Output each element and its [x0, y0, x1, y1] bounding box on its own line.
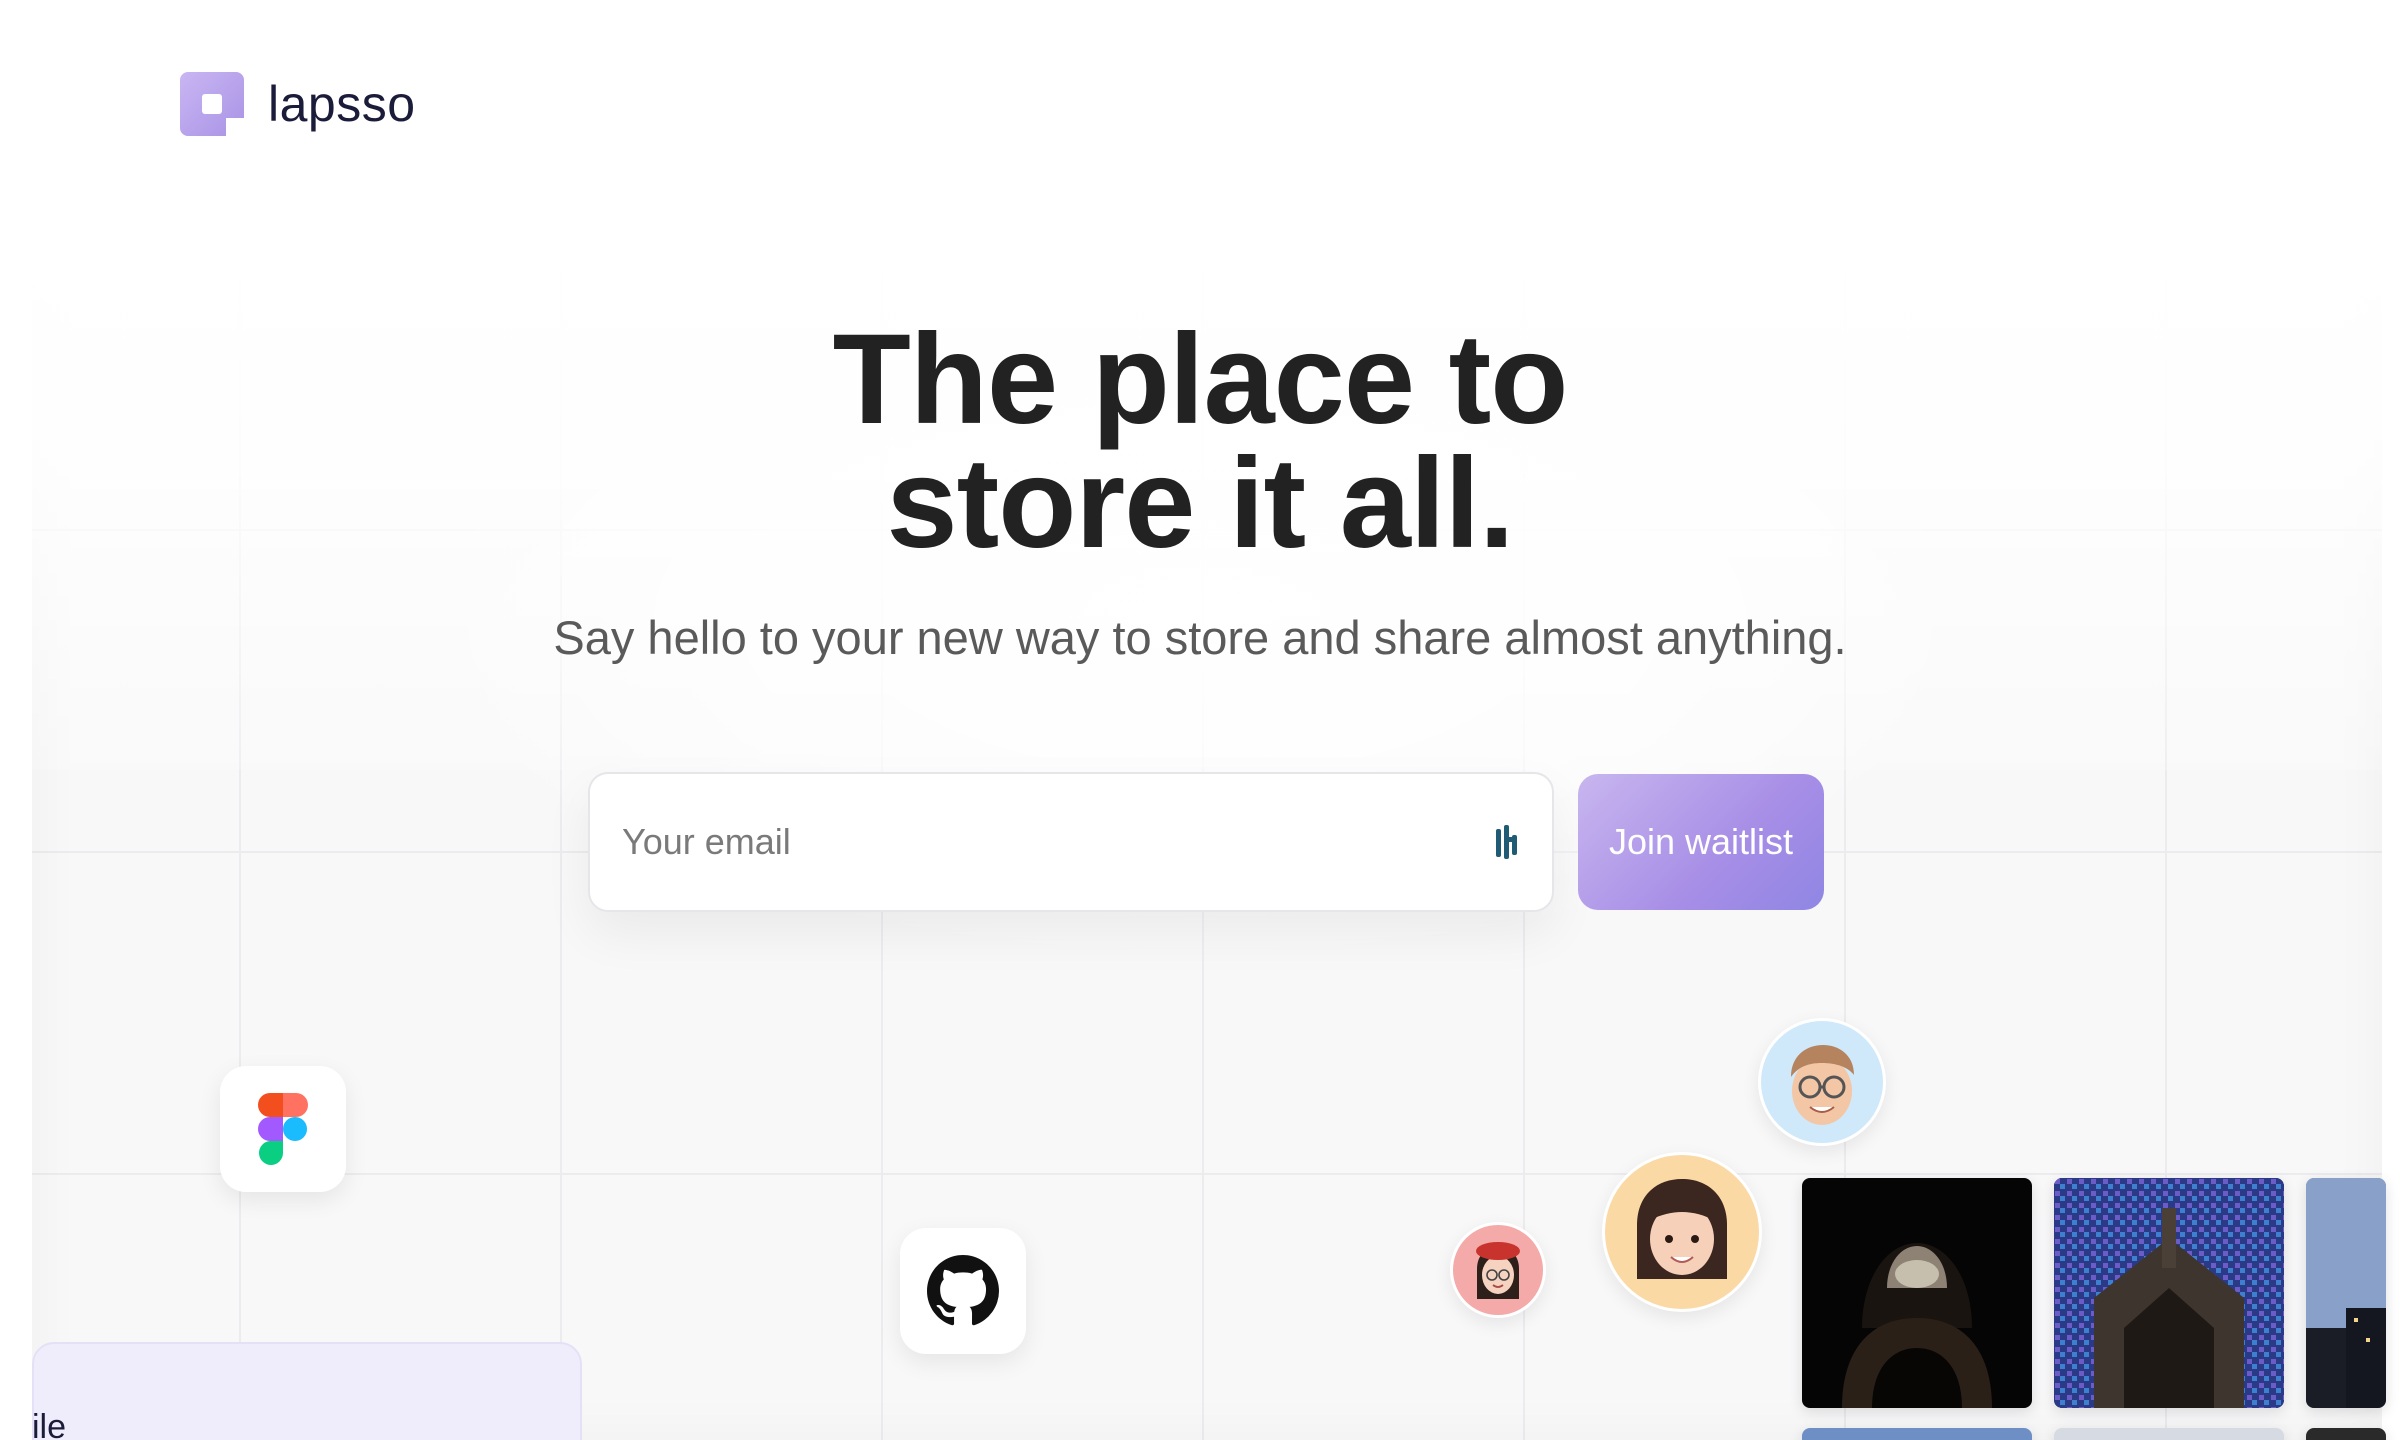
memoji-man-icon [1791, 1045, 1854, 1125]
memoji-woman-icon [1637, 1179, 1727, 1279]
avatar-glasses-man [1758, 1018, 1886, 1146]
photo-stained-glass-chapel [2054, 1178, 2284, 1408]
brand-name: lapsso [268, 76, 416, 132]
join-waitlist-button[interactable]: Join waitlist [1578, 774, 1824, 910]
brand-logo[interactable]: lapsso [180, 72, 416, 136]
landing-page: lapsso The place to store it all. Say he… [0, 0, 2400, 1440]
email-field-wrapper [588, 772, 1554, 912]
hero-title-line-2: store it all. [886, 432, 1514, 575]
github-icon [927, 1255, 999, 1326]
hero-title: The place to store it all. [600, 316, 1800, 568]
avatar-brown-hair-woman [1602, 1152, 1762, 1312]
hero-subtitle: Say hello to your new way to store and s… [553, 611, 1847, 664]
figma-tile [220, 1066, 346, 1192]
file-card-label: ile [32, 1408, 67, 1440]
email-input[interactable] [622, 821, 1496, 863]
avatar-red-beret-woman [1450, 1222, 1546, 1318]
password-manager-icon[interactable] [1496, 825, 1520, 859]
photo-row2-2 [2054, 1428, 2284, 1440]
file-card[interactable] [32, 1342, 582, 1440]
photo-row2-3 [2306, 1428, 2386, 1440]
hero-title-line-1: The place to [832, 308, 1569, 451]
github-tile [900, 1228, 1026, 1354]
photo-dome-interior [1802, 1178, 2032, 1408]
photo-city-skyline [2306, 1178, 2386, 1408]
logo-mark-icon [180, 72, 244, 136]
photo-row2-1 [1802, 1428, 2032, 1440]
memoji-beret-icon [1476, 1242, 1520, 1299]
figma-icon [258, 1093, 308, 1165]
